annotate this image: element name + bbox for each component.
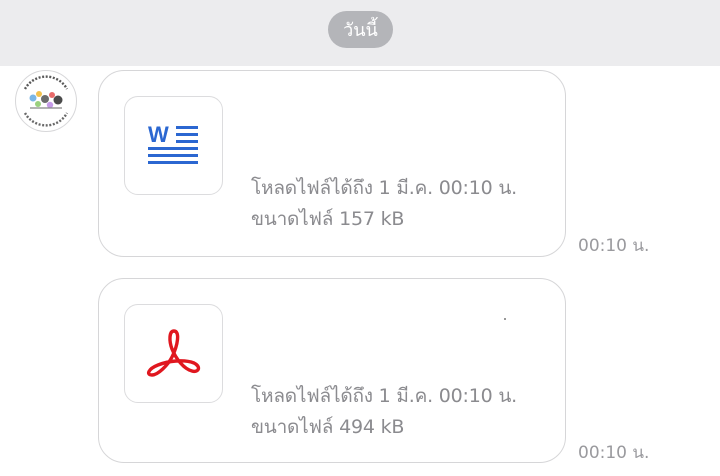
avatar-image-icon — [17, 72, 75, 130]
file-expiry-text: โหลดไฟล์ได้ถึง 1 มี.ค. 00:10 น. — [251, 177, 517, 199]
message-time: 00:10 น. — [578, 443, 650, 463]
word-document-icon: W — [147, 122, 198, 164]
file-expiry-text: โหลดไฟล์ได้ถึง 1 มี.ค. 00:10 น. — [251, 385, 517, 407]
file-thumbnail[interactable]: W — [124, 96, 223, 195]
date-separator: วันนี้ — [328, 11, 393, 48]
file-size-text: ขนาดไฟล์ 157 kB — [251, 208, 405, 230]
file-message-pdf[interactable]: โหลดไฟล์ได้ถึง 1 มี.ค. 00:10 น. ขนาดไฟล์… — [98, 278, 566, 463]
file-size-text: ขนาดไฟล์ 494 kB — [251, 416, 405, 438]
sender-avatar[interactable] — [15, 70, 77, 132]
file-message-word[interactable]: W โหลดไฟล์ได้ถึง 1 มี.ค. 00:10 น. ขนาดไฟ… — [98, 70, 566, 257]
svg-text:W: W — [148, 122, 169, 147]
message-time: 00:10 น. — [578, 236, 650, 256]
stray-dot — [504, 318, 506, 320]
pdf-document-icon — [146, 328, 200, 377]
file-thumbnail[interactable] — [124, 304, 223, 403]
